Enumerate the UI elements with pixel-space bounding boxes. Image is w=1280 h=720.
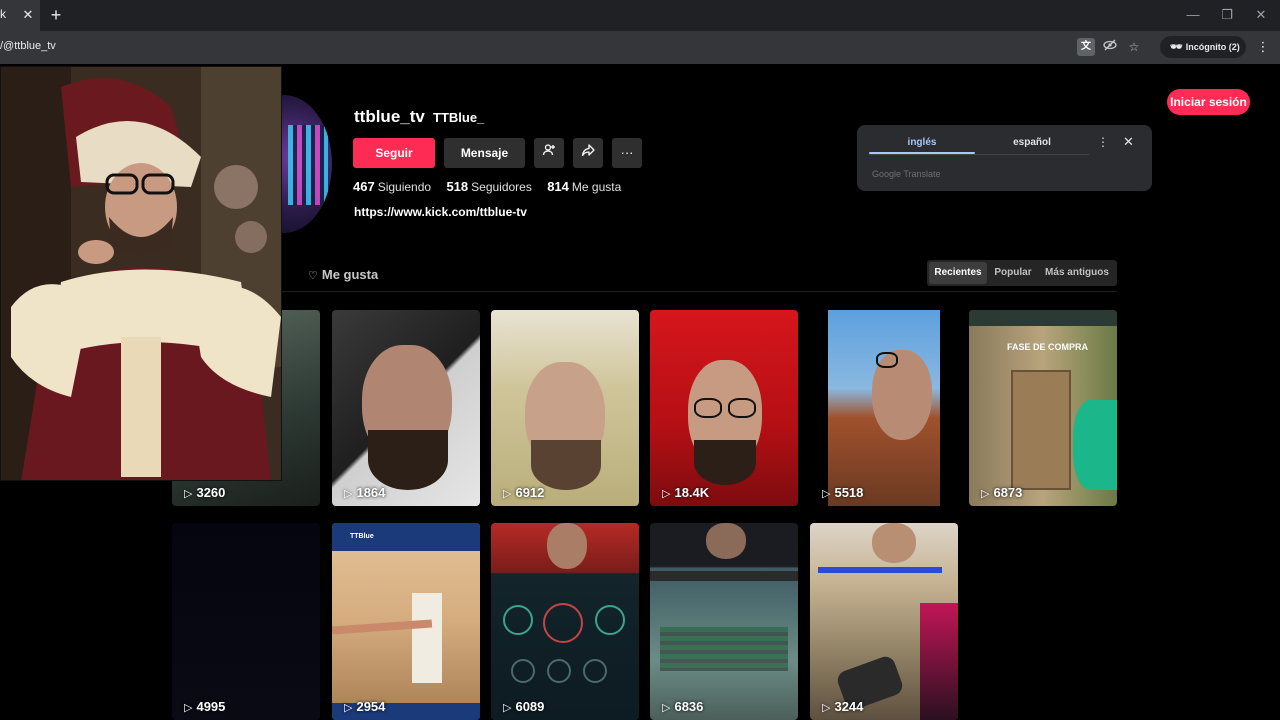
minimize-icon[interactable]: — bbox=[1182, 4, 1204, 26]
video-overlay-text: TTBlue bbox=[350, 533, 374, 540]
play-icon: ▷ bbox=[662, 488, 671, 500]
followers-count: 518 bbox=[446, 179, 469, 194]
video-views: ▷ 3260 bbox=[184, 485, 225, 500]
likes-count: 814 bbox=[547, 179, 569, 194]
sort-popular-button[interactable]: Popular bbox=[989, 262, 1037, 284]
restore-icon[interactable]: ❐ bbox=[1216, 4, 1238, 26]
view-count: 1864 bbox=[356, 485, 386, 500]
view-count: 6836 bbox=[674, 699, 704, 714]
play-icon: ▷ bbox=[503, 702, 512, 714]
share-icon[interactable] bbox=[573, 138, 603, 168]
video-views: ▷ 6836 bbox=[662, 699, 703, 714]
tab-liked-label: Me gusta bbox=[321, 267, 379, 282]
address-bar-url[interactable]: /@ttblue_tv bbox=[0, 40, 56, 52]
play-icon: ▷ bbox=[822, 702, 831, 714]
view-count: 18.4K bbox=[674, 485, 710, 500]
view-count: 6912 bbox=[515, 485, 545, 500]
sort-recent-button[interactable]: Recientes bbox=[929, 262, 987, 284]
sort-oldest-button[interactable]: Más antiguos bbox=[1039, 262, 1115, 284]
translate-target-lang-tab[interactable]: español bbox=[975, 137, 1089, 148]
profile-username: ttblue_tv bbox=[354, 107, 425, 126]
video-card[interactable]: ▷ 6912 bbox=[491, 310, 639, 506]
view-count: 5518 bbox=[834, 485, 864, 500]
browser-tab[interactable]: k ✕ bbox=[0, 0, 40, 31]
following-label: Siguiendo bbox=[377, 180, 432, 194]
play-icon: ▷ bbox=[344, 702, 353, 714]
bio-link[interactable]: https://www.kick.com/ttblue-tv bbox=[354, 205, 527, 219]
browser-tabstrip: k ✕ + — ❐ ✕ bbox=[0, 0, 1280, 31]
video-card[interactable]: ▷ 6836 bbox=[650, 523, 798, 720]
video-card[interactable]: ▷ 5518 bbox=[810, 310, 958, 506]
video-card[interactable]: ▷ 18.4K bbox=[650, 310, 798, 506]
translate-source-lang-tab[interactable]: inglés bbox=[869, 137, 975, 148]
translate-brand: Google Translate bbox=[872, 169, 941, 179]
video-views: ▷ 1864 bbox=[344, 485, 385, 500]
followers-stat[interactable]: 518 Seguidores bbox=[446, 179, 531, 194]
translate-icon[interactable]: 文 bbox=[1077, 38, 1095, 56]
more-options-icon[interactable]: ··· bbox=[612, 138, 642, 168]
video-card[interactable]: ▷ 1864 bbox=[332, 310, 480, 506]
play-icon: ▷ bbox=[184, 488, 193, 500]
tab-close-icon[interactable]: ✕ bbox=[20, 7, 36, 23]
video-overlay-text: FASE DE COMPRA bbox=[1007, 342, 1089, 352]
incognito-label: Incógnito (2) bbox=[1185, 42, 1240, 52]
sort-control: Recientes Popular Más antiguos bbox=[927, 260, 1117, 286]
view-count: 6089 bbox=[515, 699, 545, 714]
video-card[interactable]: ▷ 3244 bbox=[810, 523, 958, 720]
heart-off-icon: ♡ bbox=[308, 270, 318, 282]
login-button[interactable]: Iniciar sesión bbox=[1167, 89, 1250, 115]
likes-stat: 814 Me gusta bbox=[547, 179, 621, 194]
view-count: 4995 bbox=[196, 699, 226, 714]
play-icon: ▷ bbox=[503, 488, 512, 500]
window-close-icon[interactable]: ✕ bbox=[1250, 4, 1272, 26]
video-card[interactable]: TTBlue ▷ 2954 bbox=[332, 523, 480, 720]
video-card[interactable]: ▷ 4995 bbox=[172, 523, 320, 720]
follow-button[interactable]: Seguir bbox=[353, 138, 435, 168]
play-icon: ▷ bbox=[662, 702, 671, 714]
message-button[interactable]: Mensaje bbox=[444, 138, 525, 168]
play-icon: ▷ bbox=[981, 488, 990, 500]
video-views: ▷ 4995 bbox=[184, 699, 225, 714]
bookmark-star-icon[interactable]: ☆ bbox=[1125, 38, 1143, 56]
view-count: 3244 bbox=[834, 699, 864, 714]
tab-title: k bbox=[0, 7, 6, 21]
profile-nickname: TTBlue_ bbox=[433, 110, 485, 125]
play-icon: ▷ bbox=[184, 702, 193, 714]
play-icon: ▷ bbox=[344, 488, 353, 500]
translate-menu-icon[interactable]: ⋮ bbox=[1097, 135, 1109, 149]
view-count: 6873 bbox=[993, 485, 1023, 500]
video-views: ▷ 18.4K bbox=[662, 485, 709, 500]
video-card[interactable]: FASE DE COMPRA ▷ 6873 bbox=[969, 310, 1117, 506]
play-icon: ▷ bbox=[822, 488, 831, 500]
translate-tab-divider bbox=[869, 154, 1089, 155]
overlay-photo bbox=[0, 66, 282, 481]
translate-close-icon[interactable]: ✕ bbox=[1123, 134, 1134, 150]
translate-popup: inglés español ⋮ ✕ Google Translate bbox=[857, 125, 1152, 191]
video-views: ▷ 5518 bbox=[822, 485, 863, 500]
incognito-badge[interactable]: 🕶 Incógnito (2) bbox=[1160, 36, 1246, 58]
video-views: ▷ 6873 bbox=[981, 485, 1022, 500]
following-stat[interactable]: 467 Siguiendo bbox=[353, 179, 431, 194]
profile-stats: 467 Siguiendo 518 Seguidores 814 Me gusta bbox=[353, 179, 633, 194]
video-views: ▷ 6089 bbox=[503, 699, 544, 714]
video-views: ▷ 3244 bbox=[822, 699, 863, 714]
video-card[interactable]: ▷ 6089 bbox=[491, 523, 639, 720]
new-tab-icon[interactable]: + bbox=[46, 5, 66, 25]
translate-active-underline bbox=[869, 152, 975, 154]
followers-label: Seguidores bbox=[471, 180, 532, 194]
video-views: ▷ 6912 bbox=[503, 485, 544, 500]
browser-menu-icon[interactable]: ⋮ bbox=[1256, 38, 1270, 56]
view-count: 3260 bbox=[196, 485, 226, 500]
video-views: ▷ 2954 bbox=[344, 699, 385, 714]
view-count: 2954 bbox=[356, 699, 386, 714]
tab-liked[interactable]: ♡ Me gusta bbox=[308, 267, 378, 282]
likes-label: Me gusta bbox=[571, 180, 622, 194]
eye-off-icon[interactable] bbox=[1101, 38, 1119, 56]
incognito-icon: 🕶 bbox=[1170, 42, 1183, 53]
following-count: 467 bbox=[353, 179, 375, 194]
add-friend-icon[interactable] bbox=[534, 138, 564, 168]
tabs-divider bbox=[282, 291, 1117, 292]
